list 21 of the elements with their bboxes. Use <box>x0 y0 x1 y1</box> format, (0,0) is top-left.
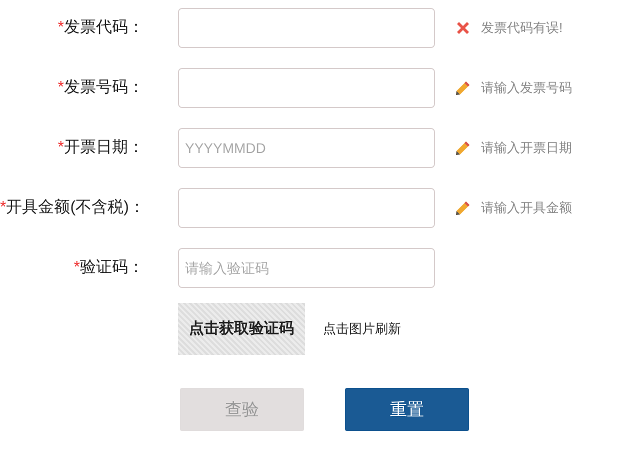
field-label: *开票日期： <box>56 138 145 158</box>
input-field[interactable] <box>178 8 435 48</box>
field-label: *发票号码： <box>56 78 145 98</box>
input-field[interactable]: YYYYMMDD <box>178 128 435 168</box>
pencil-icon <box>455 140 471 156</box>
pencil-icon <box>455 200 471 216</box>
field-label: *开具金额(不含税)： <box>0 198 146 218</box>
error-icon <box>455 20 471 36</box>
input-field[interactable]: 请输入验证码 <box>178 248 435 288</box>
input-field[interactable] <box>178 188 435 228</box>
hint-text: 请输入开具金额 <box>481 199 572 218</box>
field-label: *验证码： <box>72 258 145 278</box>
captcha-image[interactable]: 点击获取验证码 <box>178 303 305 355</box>
field-label: *发票代码： <box>56 18 145 38</box>
input-field[interactable] <box>178 68 435 108</box>
refresh-text: 点击图片刷新 <box>323 320 401 338</box>
pencil-icon <box>455 80 471 96</box>
hint-text: 发票代码有误! <box>481 19 563 38</box>
hint-text: 请输入发票号码 <box>481 79 572 98</box>
hint-text: 请输入开票日期 <box>481 139 572 158</box>
reset-button[interactable]: 重置 <box>345 388 469 431</box>
